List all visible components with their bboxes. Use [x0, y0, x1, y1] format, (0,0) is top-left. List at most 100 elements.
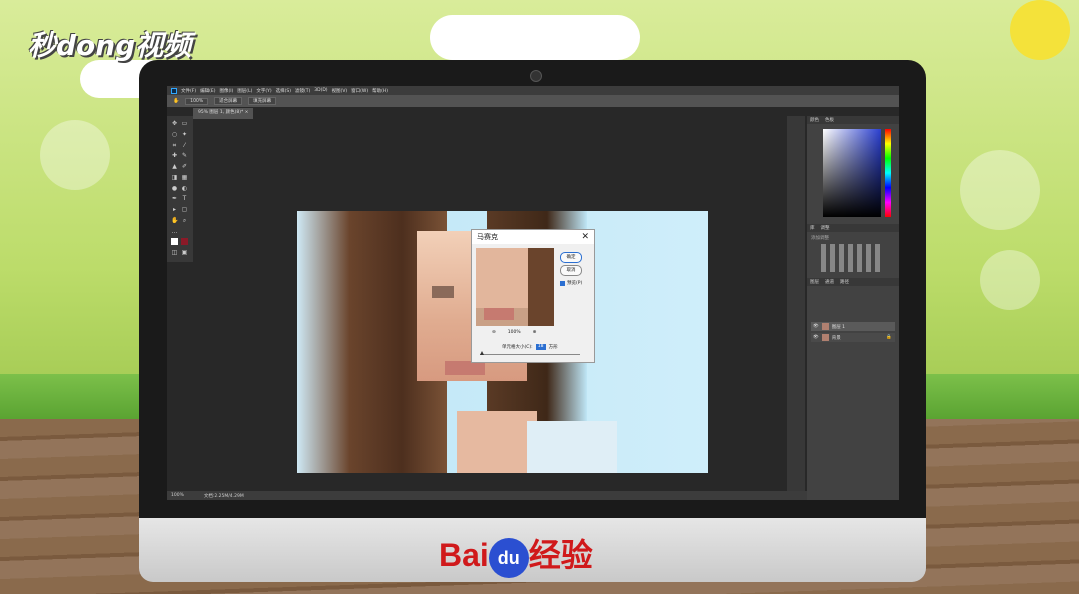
lasso-tool-icon[interactable]: ○ [171, 131, 178, 138]
color-panel-header: 颜色 色板 [807, 116, 899, 124]
status-bar: 100% 文档:2.25M/4.29M [167, 491, 807, 500]
layer-name: 背景 [831, 335, 841, 341]
photoshop-window: 文件(F) 编辑(E) 图像(I) 图层(L) 文字(Y) 选择(S) 滤镜(T… [167, 86, 899, 500]
stamp-tool-icon[interactable]: ▲ [171, 163, 178, 170]
cell-size-slider[interactable] [480, 354, 580, 355]
menu-image[interactable]: 图像(I) [219, 88, 233, 94]
options-bar: ✋ 100% 适合屏幕 填充屏幕 [167, 95, 899, 107]
type-tool-icon[interactable]: T [181, 195, 188, 202]
ok-button[interactable]: 确定 [560, 252, 582, 263]
preview-checkbox[interactable]: 预览(P) [560, 280, 582, 286]
tab-swatches[interactable]: 色板 [825, 117, 834, 123]
slider-knob[interactable] [480, 351, 484, 355]
layer-row[interactable]: 👁 图层 1 [811, 322, 895, 331]
screen-mode-icon[interactable]: ▣ [181, 249, 188, 256]
video-watermark: 秒dong视频 [28, 29, 192, 62]
zoom-row: ⊖ 100% ⊕ [492, 330, 536, 335]
zoom-tool-icon[interactable]: ⌕ [181, 217, 188, 224]
lips [445, 361, 485, 375]
layer-name: 图层 1 [831, 324, 846, 330]
tab-adjustments[interactable]: 调整 [821, 225, 830, 231]
tab-layers[interactable]: 图层 [810, 279, 819, 285]
pen-tool-icon[interactable]: ✒ [171, 195, 178, 202]
more-tools-icon[interactable]: … [171, 228, 178, 235]
tab-paths[interactable]: 路径 [840, 279, 849, 285]
zoom-out-icon[interactable]: ⊖ [492, 330, 496, 335]
adjust-panel-header: 库 调整 [807, 224, 899, 232]
background-color-swatch[interactable] [181, 238, 188, 246]
fill-screen-button[interactable]: 填充屏幕 [248, 97, 277, 105]
tab-channels[interactable]: 通道 [825, 279, 834, 285]
magic-wand-icon[interactable]: ✦ [181, 131, 188, 138]
right-panels: 颜色 色板 库 调整 添加调整 图层 通道 路径 👁 图层 1 👁 背景 🔒 [807, 116, 899, 500]
menu-select[interactable]: 选择(S) [276, 88, 291, 94]
hand-tool-icon[interactable]: ✋ [171, 217, 178, 224]
cancel-button[interactable]: 取消 [560, 265, 582, 276]
cell-size-input[interactable]: 18 [535, 344, 546, 350]
gradient-tool-icon[interactable]: ▦ [181, 174, 188, 181]
mosaic-dialog: 马赛克 ✕ 确定 取消 预览(P) ⊖ 100% ⊕ 单元格大小(C): 18 [471, 229, 595, 363]
filter-preview[interactable] [476, 248, 554, 326]
foreground-color-swatch[interactable] [171, 238, 178, 246]
eraser-tool-icon[interactable]: ◨ [171, 174, 178, 181]
brush-tool-icon[interactable]: ✎ [181, 152, 188, 159]
quick-mask-icon[interactable]: ◫ [171, 249, 178, 256]
baidu-suffix: 经验 [528, 537, 593, 573]
menu-3d[interactable]: 3D(D) [314, 88, 327, 93]
zoom-in-icon[interactable]: ⊕ [533, 330, 537, 335]
camera-icon [530, 70, 542, 82]
bokeh [960, 150, 1040, 230]
history-brush-icon[interactable]: ✐ [181, 163, 188, 170]
menu-file[interactable]: 文件(F) [181, 88, 196, 94]
zoom-percent: 100% [507, 330, 521, 335]
path-select-icon[interactable]: ▸ [171, 206, 178, 213]
cloud [430, 15, 640, 60]
adjustment-icons[interactable] [821, 244, 881, 272]
menu-filter[interactable]: 滤镜(T) [295, 88, 310, 94]
layers-panel-header: 图层 通道 路径 [807, 278, 899, 286]
dodge-tool-icon[interactable]: ◐ [181, 185, 188, 192]
menu-window[interactable]: 窗口(W) [351, 88, 368, 94]
crop-tool-icon[interactable]: ⌗ [171, 142, 178, 149]
tab-library[interactable]: 库 [810, 225, 815, 231]
shape-tool-icon[interactable]: ▢ [181, 206, 188, 213]
eyedropper-icon[interactable]: ⁄ [181, 142, 188, 149]
blur-tool-icon[interactable]: ● [171, 185, 178, 192]
tab-color[interactable]: 颜色 [810, 117, 819, 123]
move-tool-icon[interactable]: ✥ [171, 120, 178, 127]
dialog-title-bar: 马赛克 ✕ [472, 230, 594, 244]
hue-slider[interactable] [885, 129, 891, 217]
close-icon[interactable]: ✕ [581, 230, 589, 244]
menu-bar: 文件(F) 编辑(E) 图像(I) 图层(L) 文字(Y) 选择(S) 滤镜(T… [167, 86, 899, 95]
visibility-eye-icon[interactable]: 👁 [813, 335, 819, 340]
layer-row[interactable]: 👁 背景 🔒 [811, 333, 895, 342]
add-adjustment-label: 添加调整 [811, 236, 829, 241]
dialog-title: 马赛克 [477, 233, 498, 241]
checkbox-checked-icon[interactable] [560, 280, 565, 286]
color-picker-field[interactable] [823, 129, 881, 217]
zoom-100-button[interactable]: 100% [185, 97, 209, 105]
status-zoom: 100% [171, 493, 184, 498]
sun-icon [1010, 0, 1070, 60]
fit-screen-button[interactable]: 适合屏幕 [214, 97, 243, 105]
visibility-eye-icon[interactable]: 👁 [813, 324, 819, 329]
cell-size-row: 单元格大小(C): 18 方形 [502, 344, 558, 350]
menu-type[interactable]: 文字(Y) [256, 88, 271, 94]
shoulder [527, 421, 617, 473]
menu-edit[interactable]: 编辑(E) [200, 88, 215, 94]
menu-view[interactable]: 视图(V) [332, 88, 348, 94]
cell-size-label: 单元格大小(C): [502, 345, 533, 350]
healing-brush-icon[interactable]: ✚ [171, 152, 178, 159]
hand-icon[interactable]: ✋ [173, 98, 179, 104]
marquee-tool-icon[interactable]: ▭ [181, 120, 188, 127]
layer-thumbnail [821, 334, 829, 341]
lock-icon: 🔒 [886, 335, 892, 340]
menu-help[interactable]: 帮助(H) [372, 88, 388, 94]
baidu-prefix: Bai [439, 537, 489, 573]
photoshop-icon [171, 87, 177, 94]
status-doc-size: 文档:2.25M/4.29M [203, 493, 244, 499]
eye [432, 286, 454, 298]
neck [457, 411, 537, 473]
document-tab[interactable]: 95% 图层 1, 颜色(8)* × [193, 108, 254, 119]
menu-layer[interactable]: 图层(L) [237, 88, 252, 94]
